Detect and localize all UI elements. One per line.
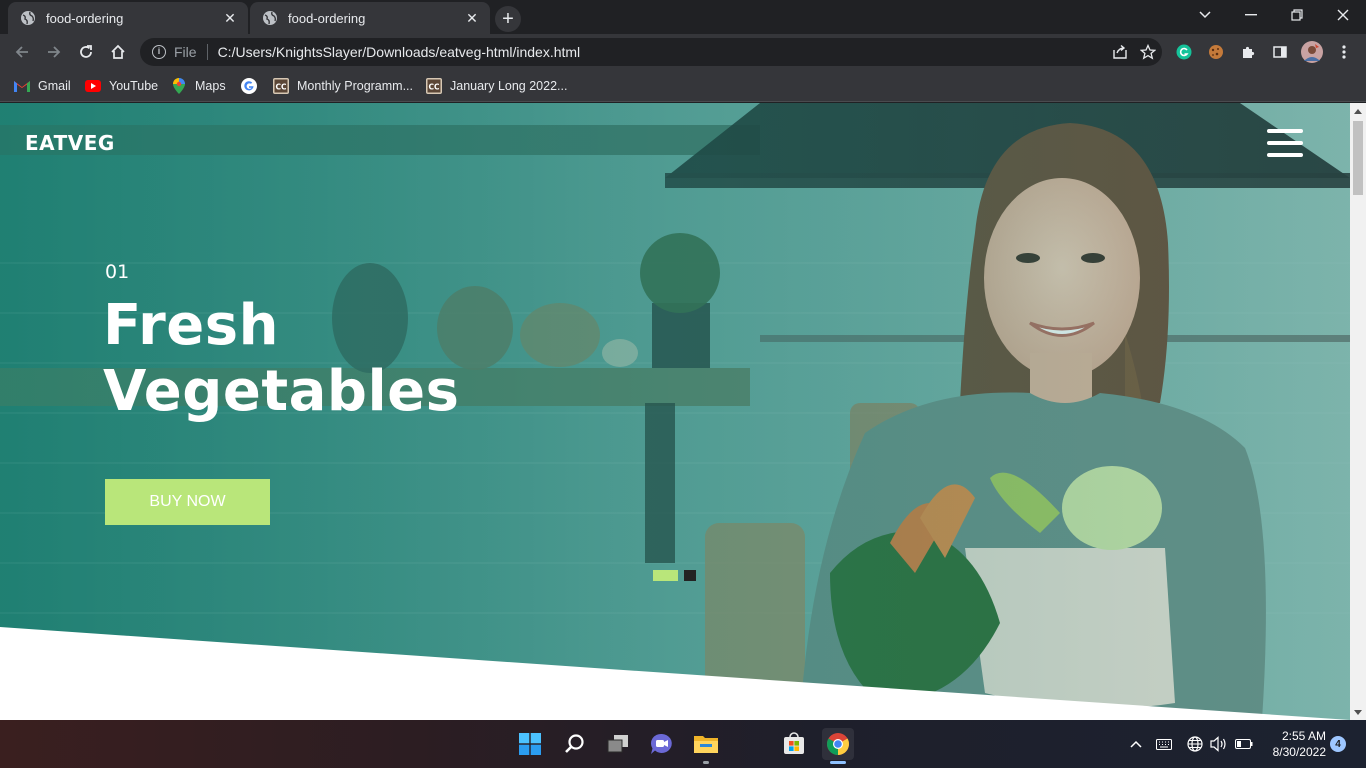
tab-title: food-ordering xyxy=(46,10,124,26)
clock-time: 2:55 AM xyxy=(1281,729,1326,743)
svg-text:CC: CC xyxy=(275,83,287,92)
volume-icon[interactable] xyxy=(1209,734,1229,754)
running-indicator xyxy=(703,761,709,764)
slider-dot-active[interactable] xyxy=(653,570,678,581)
close-window-icon[interactable] xyxy=(1320,0,1366,30)
scroll-up-arrow-icon[interactable] xyxy=(1350,103,1366,119)
share-icon[interactable] xyxy=(1106,38,1134,66)
side-panel-icon[interactable] xyxy=(1266,38,1294,66)
search-icon[interactable] xyxy=(558,728,590,760)
bookmarks-bar: Gmail YouTube Maps CC Monthly Programm..… xyxy=(0,70,1366,102)
omnibox-divider xyxy=(206,44,208,60)
slide-number: 01 xyxy=(105,261,130,283)
close-tab-icon[interactable]: ✕ xyxy=(222,10,238,26)
youtube-icon xyxy=(85,78,101,94)
minimize-icon[interactable] xyxy=(1228,0,1274,30)
start-icon[interactable] xyxy=(514,728,546,760)
keyboard-icon[interactable] xyxy=(1154,734,1174,754)
headline-line-2: Vegetables xyxy=(103,359,460,424)
cookie-icon[interactable] xyxy=(1202,38,1230,66)
bookmark-star-icon[interactable] xyxy=(1134,38,1162,66)
forward-icon[interactable] xyxy=(40,38,68,66)
address-bar[interactable]: i File C:/Users/KnightsSlayer/Downloads/… xyxy=(140,38,1162,66)
bookmark-maps[interactable]: Maps xyxy=(171,76,226,96)
site-info-icon[interactable]: i xyxy=(152,45,166,59)
show-hidden-icons-chevron-icon[interactable] xyxy=(1126,734,1146,754)
bookmark-january-long[interactable]: CC January Long 2022... xyxy=(426,76,567,96)
tab-inactive[interactable]: food-ordering ✕ xyxy=(8,2,248,34)
tab-active[interactable]: food-ordering ✕ xyxy=(250,2,490,34)
chrome-icon[interactable] xyxy=(822,728,854,764)
bookmark-gmail[interactable]: Gmail xyxy=(14,76,71,96)
bookmark-label: January Long 2022... xyxy=(450,79,568,93)
home-icon[interactable] xyxy=(104,38,132,66)
buy-now-button[interactable]: BUY NOW xyxy=(105,479,270,525)
globe-icon xyxy=(21,11,35,25)
bookmark-label: Maps xyxy=(195,79,226,93)
file-explorer-icon[interactable] xyxy=(690,728,722,764)
windows-taskbar: 2:55 AM 8/30/2022 4 xyxy=(0,720,1366,768)
microsoft-store-icon[interactable] xyxy=(778,728,810,760)
system-clock[interactable]: 2:55 AM 8/30/2022 xyxy=(1262,728,1326,760)
hero-slider: EATVEG 01 Fresh Vegetables BUY NOW xyxy=(0,103,1350,720)
svg-text:CC: CC xyxy=(428,83,440,92)
slider-dot[interactable] xyxy=(684,570,696,581)
headline-line-1: Fresh xyxy=(103,293,279,358)
url-scheme-label: File xyxy=(174,44,197,60)
profile-avatar[interactable] xyxy=(1298,38,1326,66)
reload-icon[interactable] xyxy=(72,38,100,66)
tab-title: food-ordering xyxy=(288,10,366,26)
battery-icon[interactable] xyxy=(1234,734,1254,754)
back-icon[interactable] xyxy=(8,38,36,66)
close-tab-icon[interactable]: ✕ xyxy=(464,10,480,26)
globe-icon xyxy=(263,11,277,25)
bookmark-label: Monthly Programm... xyxy=(297,79,414,93)
maps-icon xyxy=(171,78,187,94)
url-text[interactable]: C:/Users/KnightsSlayer/Downloads/eatveg-… xyxy=(218,44,1106,60)
scrollbar-thumb[interactable] xyxy=(1353,121,1363,195)
more-menu-icon[interactable] xyxy=(1330,38,1358,66)
new-tab-button[interactable]: + xyxy=(495,6,521,32)
scroll-down-arrow-icon[interactable] xyxy=(1350,704,1366,720)
hamburger-menu-icon[interactable] xyxy=(1267,129,1303,159)
clock-date: 8/30/2022 xyxy=(1272,745,1326,759)
page-scrollbar[interactable] xyxy=(1350,103,1366,720)
notification-badge[interactable]: 4 xyxy=(1330,736,1346,752)
extensions-puzzle-icon[interactable] xyxy=(1234,38,1262,66)
network-globe-icon[interactable] xyxy=(1185,734,1205,754)
task-view-icon[interactable] xyxy=(602,728,634,760)
bookmark-youtube[interactable]: YouTube xyxy=(85,76,158,96)
running-indicator xyxy=(830,761,846,764)
hero-headline: Fresh Vegetables xyxy=(103,293,459,425)
page-viewport: EATVEG 01 Fresh Vegetables BUY NOW xyxy=(0,103,1350,720)
google-icon xyxy=(241,78,257,94)
restore-icon[interactable] xyxy=(1274,0,1320,30)
bookmark-google[interactable] xyxy=(241,76,265,96)
codechef-icon: CC xyxy=(426,78,442,94)
site-logo[interactable]: EATVEG xyxy=(25,131,115,155)
gmail-icon xyxy=(14,78,30,94)
tab-search-chevron-icon[interactable] xyxy=(1182,0,1228,30)
codechef-icon: CC xyxy=(273,78,289,94)
grammarly-icon[interactable] xyxy=(1170,38,1198,66)
bookmark-monthly-programming[interactable]: CC Monthly Programm... xyxy=(273,76,413,96)
tab-strip: food-ordering ✕ food-ordering ✕ + xyxy=(0,0,1366,34)
browser-toolbar: i File C:/Users/KnightsSlayer/Downloads/… xyxy=(0,34,1366,70)
bookmark-label: YouTube xyxy=(109,79,159,93)
chat-icon[interactable] xyxy=(646,728,678,760)
bookmark-label: Gmail xyxy=(38,79,71,93)
